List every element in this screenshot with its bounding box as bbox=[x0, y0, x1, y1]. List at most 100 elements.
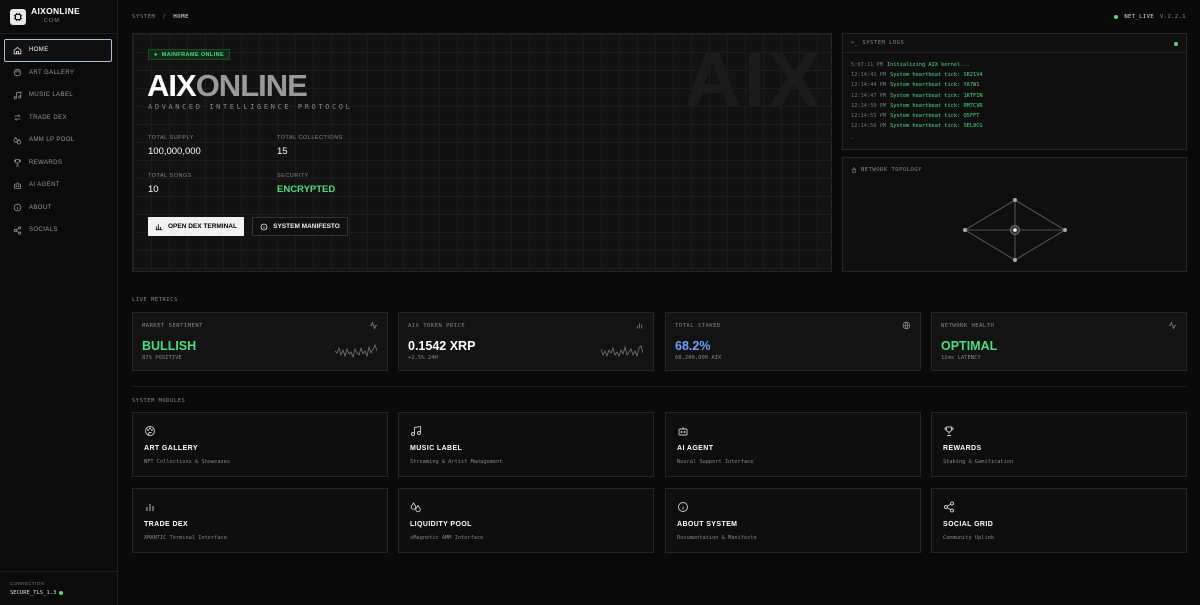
info-icon bbox=[13, 203, 22, 212]
module-title: SOCIAL GRID bbox=[943, 521, 994, 528]
sidebar-item-label: REWARDS bbox=[29, 159, 63, 166]
sidebar-item-socials[interactable]: SOCIALS bbox=[4, 219, 112, 242]
hero-subtitle: ADVANCED INTELLIGENCE PROTOCOL bbox=[148, 103, 353, 111]
share-icon bbox=[13, 226, 22, 235]
topology-node[interactable] bbox=[1013, 198, 1017, 202]
status-dot bbox=[1174, 42, 1178, 46]
module-title: TRADE DEX bbox=[144, 521, 189, 528]
trophy-icon bbox=[943, 424, 955, 436]
topology-node[interactable] bbox=[1013, 258, 1017, 262]
stat-total-collections: TOTAL COLLECTIONS 15 bbox=[277, 135, 343, 157]
title-primary: AIX bbox=[147, 68, 197, 103]
sidebar-item-rewards[interactable]: REWARDS bbox=[4, 152, 112, 175]
module-card-ai-agent[interactable]: AI AGENT Neural Support Interface bbox=[665, 412, 921, 477]
stat-label: TOTAL SONGS bbox=[148, 173, 192, 179]
stat-value: 10 bbox=[148, 184, 159, 195]
metric-sub: 68,200,000 AIX bbox=[675, 355, 722, 361]
sidebar-item-trade-dex[interactable]: TRADE DEX bbox=[4, 107, 112, 130]
breadcrumb-current: HOME bbox=[173, 14, 190, 20]
topology-graph bbox=[963, 198, 1067, 262]
topology-node[interactable] bbox=[963, 228, 967, 232]
module-card-trade-dex[interactable]: TRADE DEX XMANTIC Terminal Interface bbox=[132, 488, 388, 553]
module-title: ART GALLERY bbox=[144, 445, 198, 452]
music-icon bbox=[410, 424, 422, 436]
connection-status: SECURE_TLS_1.3 bbox=[10, 590, 64, 596]
module-desc: Streaming & Artist Management bbox=[410, 459, 503, 465]
sidebar-item-label: AI AGENT bbox=[29, 182, 60, 189]
metric-card-total-staked[interactable]: TOTAL STAKED 68.2% 68,200,000 AIX bbox=[665, 312, 921, 371]
home-icon bbox=[13, 46, 22, 55]
module-title: MUSIC LABEL bbox=[410, 445, 463, 452]
bot-icon bbox=[13, 181, 22, 190]
divider bbox=[0, 33, 118, 34]
sidebar-item-amm-lp-pool[interactable]: AMM LP POOL bbox=[4, 129, 112, 152]
log-line: 12:14:56 PM System heartbeat tick: SEL9CG bbox=[851, 123, 983, 130]
divider bbox=[0, 571, 118, 572]
sidebar-item-about[interactable]: ABOUT bbox=[4, 197, 112, 220]
module-title: AI AGENT bbox=[677, 445, 714, 452]
brand-sub: .COM bbox=[41, 18, 61, 24]
bot-icon bbox=[677, 424, 689, 436]
button-label: SYSTEM MANIFESTO bbox=[273, 223, 340, 230]
connection-value: SECURE_TLS_1.3 bbox=[10, 590, 57, 596]
brand[interactable]: AIXONLINE .COM bbox=[10, 6, 110, 28]
topology-node[interactable] bbox=[1063, 228, 1067, 232]
panel-title: >_ SYSTEM LOGS bbox=[851, 40, 905, 46]
palette-icon bbox=[13, 68, 22, 77]
module-card-rewards[interactable]: REWARDS Staking & Gamification bbox=[931, 412, 1187, 477]
info-icon bbox=[677, 500, 689, 512]
open-dex-terminal-button[interactable]: OPEN DEX TERMINAL bbox=[148, 217, 244, 236]
stat-total-songs: TOTAL SONGS 10 bbox=[148, 173, 192, 195]
sidebar-item-home[interactable]: HOME bbox=[4, 39, 112, 62]
module-card-art-gallery[interactable]: ART GALLERY NFT Collections & Showcases bbox=[132, 412, 388, 477]
module-title: LIQUIDITY POOL bbox=[410, 521, 472, 528]
sidebar-item-ai-agent[interactable]: AI AGENT bbox=[4, 174, 112, 197]
module-desc: xMagnetic AMM Interface bbox=[410, 535, 484, 541]
activity-icon bbox=[369, 321, 378, 330]
panel-header: >_ SYSTEM LOGS bbox=[843, 34, 1186, 53]
droplets-icon bbox=[410, 500, 422, 513]
metric-sub: 12ms LATENCY bbox=[941, 355, 981, 361]
trophy-icon bbox=[13, 158, 22, 167]
bar-chart-icon bbox=[636, 323, 643, 329]
info-icon bbox=[260, 223, 268, 230]
sidebar-item-music-label[interactable]: MUSIC LABEL bbox=[4, 84, 112, 107]
log-line: 12:14:47 PM System heartbeat tick: 1KTFIN bbox=[851, 92, 983, 99]
hero-panel: AIX ● MAINFRAME ONLINE AIXONLINE ADVANCE… bbox=[132, 33, 832, 272]
module-desc: NFT Collections & Showcases bbox=[144, 459, 231, 465]
module-desc: XMANTIC Terminal Interface bbox=[144, 535, 227, 541]
stat-value: 15 bbox=[277, 146, 288, 157]
module-card-social-grid[interactable]: SOCIAL GRID Community Uplink bbox=[931, 488, 1187, 553]
status-dot bbox=[1114, 15, 1119, 19]
palette-icon bbox=[144, 424, 156, 436]
breadcrumb-root[interactable]: SYSTEM bbox=[132, 14, 155, 20]
status-dot bbox=[59, 591, 64, 595]
metric-value: OPTIMAL bbox=[941, 339, 998, 353]
divider bbox=[132, 386, 1187, 387]
page-title: AIXONLINE bbox=[147, 68, 308, 104]
module-card-music-label[interactable]: MUSIC LABEL Streaming & Artist Managemen… bbox=[398, 412, 654, 477]
net-status-label: NET_LIVE bbox=[1124, 14, 1155, 20]
module-desc: Staking & Gamification bbox=[943, 459, 1014, 465]
metric-card-market-sentiment[interactable]: MARKET SENTIMENT BULLISH 87% POSITIVE bbox=[132, 312, 388, 371]
sidebar: AIXONLINE .COM HOME ART GALLERY MUSIC LA… bbox=[0, 0, 118, 605]
metric-card-token-price[interactable]: AIX TOKEN PRICE 0.1542 XRP +2.5% 24H bbox=[398, 312, 654, 371]
hero-watermark: AIX bbox=[683, 35, 823, 124]
sidebar-item-art-gallery[interactable]: ART GALLERY bbox=[4, 62, 112, 85]
version-label: V.2.2.1 bbox=[1160, 14, 1186, 20]
metric-label: MARKET SENTIMENT bbox=[142, 323, 203, 329]
sidebar-item-label: TRADE DEX bbox=[29, 114, 67, 121]
module-card-liquidity-pool[interactable]: LIQUIDITY POOL xMagnetic AMM Interface bbox=[398, 488, 654, 553]
bar-chart-icon bbox=[155, 223, 163, 230]
stat-label: TOTAL COLLECTIONS bbox=[277, 135, 343, 141]
metric-value: 68.2% bbox=[675, 339, 711, 353]
module-card-about-system[interactable]: ABOUT SYSTEM Documentation & Manifesto bbox=[665, 488, 921, 553]
topology-core-dot bbox=[1013, 228, 1017, 232]
sidebar-item-label: ART GALLERY bbox=[29, 69, 75, 76]
system-manifesto-button[interactable]: SYSTEM MANIFESTO bbox=[252, 217, 348, 236]
connection-label: CONNECTION bbox=[10, 581, 45, 586]
activity-icon bbox=[1168, 321, 1177, 330]
sparkline bbox=[601, 345, 643, 358]
metric-card-network-health[interactable]: NETWORK HEALTH OPTIMAL 12ms LATENCY bbox=[931, 312, 1187, 371]
log-line: 12:14:50 PM System heartbeat tick: RM7CVR bbox=[851, 102, 983, 109]
